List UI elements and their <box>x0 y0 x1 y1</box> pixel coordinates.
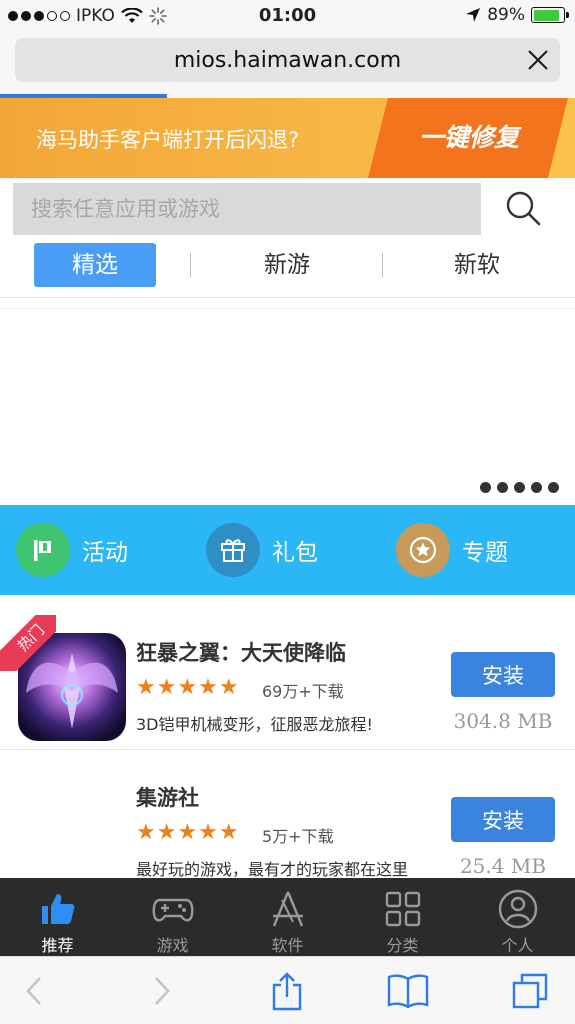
category-tabs: 精选 新游 新软 <box>0 240 575 298</box>
tab-divider <box>382 253 383 277</box>
star-rating: ★★★★★ <box>136 820 240 845</box>
share-icon <box>272 972 302 1011</box>
quick-nav-activity[interactable]: 活动 <box>16 523 128 577</box>
nav-label: 个人 <box>501 936 534 955</box>
nav-label: 推荐 <box>41 936 74 955</box>
gift-icon <box>206 523 260 577</box>
search-box[interactable] <box>13 183 481 235</box>
banner-text: 海马助手客户端打开后闪退? <box>36 128 300 152</box>
app-list-item[interactable]: 集游社 ★★★★★ 5万+下载 最好玩的游戏，最有才的玩家都在这里 安装 25.… <box>0 750 575 895</box>
app-name[interactable]: 狂暴之翼：大天使降临 <box>136 637 346 667</box>
app-size: 25.4 MB <box>459 854 547 878</box>
quick-nav-label: 礼包 <box>272 540 318 566</box>
search-input[interactable] <box>13 183 481 235</box>
nav-games[interactable]: 游戏 <box>115 878 230 956</box>
star-rating: ★★★★★ <box>136 675 240 700</box>
chevron-left-icon <box>26 977 41 1005</box>
chevron-right-icon <box>155 977 170 1005</box>
battery-percent: 89% <box>487 5 525 25</box>
app-store-icon <box>272 891 304 927</box>
app-list-item[interactable]: 热门 狂暴之翼：大天使降临 ★★★★★ 69万+下载 3D铠甲机械变形，征服恶龙… <box>0 605 575 750</box>
quick-nav-label: 活动 <box>82 540 128 566</box>
url-text[interactable]: mios.haimawan.com <box>15 48 560 73</box>
battery-icon <box>531 7 569 23</box>
app-size: 304.8 MB <box>453 709 553 733</box>
close-icon[interactable] <box>526 48 550 72</box>
repair-banner[interactable]: 海马助手客户端打开后闪退? 一键修复 <box>0 98 575 178</box>
carousel-dot[interactable] <box>497 482 508 493</box>
nav-label: 分类 <box>386 936 419 955</box>
tab-new-apps[interactable]: 新软 <box>416 243 538 287</box>
app-name[interactable]: 集游社 <box>136 782 199 812</box>
carousel-dot[interactable] <box>480 482 491 493</box>
quick-nav-topics[interactable]: 专题 <box>396 523 508 577</box>
search-icon[interactable] <box>503 188 543 228</box>
nav-label: 游戏 <box>156 936 189 955</box>
quick-nav-label: 专题 <box>462 540 508 566</box>
install-button[interactable]: 安装 <box>451 652 555 697</box>
thumbs-up-icon <box>42 894 75 924</box>
nav-software[interactable]: 软件 <box>230 878 345 956</box>
nav-label: 软件 <box>271 936 304 955</box>
tab-divider <box>190 253 191 277</box>
quick-nav-gifts[interactable]: 礼包 <box>206 523 318 577</box>
carousel-indicator <box>480 482 559 493</box>
tabs-button[interactable] <box>508 971 552 1011</box>
gamepad-icon <box>152 898 194 922</box>
location-arrow-icon <box>466 8 481 22</box>
back-button[interactable] <box>12 971 56 1011</box>
nav-profile[interactable]: 个人 <box>460 878 575 956</box>
star-badge-icon <box>396 523 450 577</box>
browser-address-area: mios.haimawan.com <box>0 32 575 98</box>
carousel-dot[interactable] <box>514 482 525 493</box>
battery-info: 89% <box>465 5 569 25</box>
address-bar[interactable]: mios.haimawan.com <box>15 38 560 82</box>
app-description: 最好玩的游戏，最有才的玩家都在这里 <box>136 860 409 879</box>
app-description: 3D铠甲机械变形，征服恶龙旅程! <box>136 715 373 734</box>
carousel-dot[interactable] <box>548 482 559 493</box>
share-button[interactable] <box>265 971 309 1011</box>
flag-icon <box>16 523 70 577</box>
quick-nav: 活动 礼包 专题 <box>0 505 575 595</box>
repair-button[interactable]: 一键修复 <box>394 118 544 154</box>
tab-featured[interactable]: 精选 <box>34 243 156 287</box>
user-icon <box>498 889 538 929</box>
book-icon <box>387 974 429 1009</box>
download-count: 69万+下载 <box>262 682 344 701</box>
status-bar: IPKO 01:00 89% <box>0 0 575 32</box>
nav-recommend[interactable]: 推荐 <box>0 878 115 956</box>
banner-carousel[interactable] <box>0 308 575 505</box>
grid-icon <box>385 891 421 927</box>
browser-toolbar <box>0 956 575 1024</box>
carousel-dot[interactable] <box>531 482 542 493</box>
nav-categories[interactable]: 分类 <box>345 878 460 956</box>
forward-button[interactable] <box>140 971 184 1011</box>
tab-new-games[interactable]: 新游 <box>226 243 348 287</box>
tabs-icon <box>512 973 548 1009</box>
hot-badge: 热门 <box>0 615 56 671</box>
bottom-nav: 推荐 游戏 软件 分类 个人 <box>0 878 575 956</box>
install-button[interactable]: 安装 <box>451 797 555 842</box>
bookmarks-button[interactable] <box>386 971 430 1011</box>
download-count: 5万+下载 <box>262 827 334 846</box>
